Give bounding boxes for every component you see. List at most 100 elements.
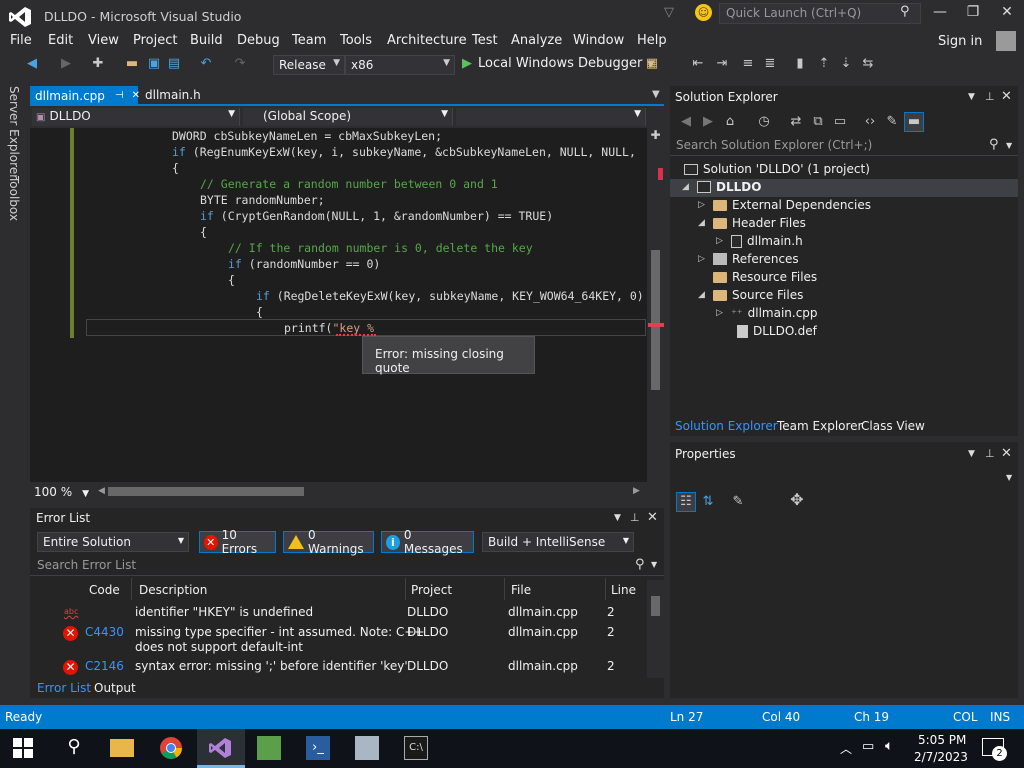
sign-in-link[interactable]: Sign in: [938, 34, 982, 49]
system-app-icon[interactable]: [355, 736, 379, 760]
chevron-down-icon[interactable]: ▼: [651, 560, 657, 569]
collapsed-triangle-icon[interactable]: ▷: [716, 308, 726, 318]
tree-node-header-files[interactable]: ◢ Header Files: [698, 216, 806, 230]
expand-triangle-icon[interactable]: ◢: [698, 218, 708, 228]
scrollbar-thumb[interactable]: [651, 596, 660, 616]
expand-triangle-icon[interactable]: ◢: [698, 290, 708, 300]
save-all-icon[interactable]: ▤: [166, 56, 182, 72]
code-line[interactable]: {: [228, 273, 235, 287]
pin-icon[interactable]: ⊥: [985, 447, 995, 460]
column-separator[interactable]: [131, 578, 132, 600]
code-line[interactable]: DWORD cbSubkeyNameLen = cbMaxSubkeyLen;: [172, 129, 442, 143]
horizontal-scrollbar-thumb[interactable]: [108, 487, 304, 496]
error-description[interactable]: missing type specifier - int assumed. No…: [135, 625, 425, 639]
column-header-line[interactable]: Line: [611, 583, 636, 597]
pin-icon[interactable]: ⊣: [115, 90, 124, 101]
server-explorer-tab[interactable]: Server Explorer: [7, 86, 21, 179]
notepad-plus-icon[interactable]: [257, 736, 281, 760]
menu-build[interactable]: Build: [190, 33, 223, 48]
error-description[interactable]: syntax error: missing ';' before identif…: [135, 659, 408, 673]
menu-architecture[interactable]: Architecture: [387, 33, 467, 48]
chevron-down-icon[interactable]: ▼: [1006, 141, 1012, 150]
windows-start-icon[interactable]: [13, 738, 33, 758]
tree-node-source-files[interactable]: ◢ Source Files: [698, 288, 803, 302]
column-header-file[interactable]: File: [511, 583, 531, 597]
menu-edit[interactable]: Edit: [48, 33, 73, 48]
feedback-smiley-icon[interactable]: ☺: [695, 4, 712, 21]
filter-icon[interactable]: ▽: [664, 5, 674, 20]
code-line[interactable]: if (RegDeleteKeyExW(key, subkeyName, KEY…: [256, 289, 644, 303]
alphabetical-sort-icon[interactable]: ⇅: [700, 494, 716, 510]
tree-node-solution[interactable]: Solution 'DLLDO' (1 project): [684, 162, 870, 176]
command-prompt-icon[interactable]: C:\: [404, 736, 428, 760]
error-description[interactable]: identifier "HKEY" is undefined: [135, 605, 313, 619]
view-code-icon[interactable]: ‹›: [862, 114, 878, 130]
zoom-select[interactable]: 100 % ▼: [34, 485, 89, 499]
scroll-left-icon[interactable]: ◀: [98, 486, 105, 496]
forward-icon[interactable]: ▶: [58, 56, 74, 72]
chevron-down-icon[interactable]: ▼: [652, 89, 660, 100]
tab-dllmain-h[interactable]: dllmain.h: [145, 88, 201, 102]
visual-studio-icon[interactable]: [208, 736, 232, 760]
close-icon[interactable]: ✕: [1001, 89, 1012, 104]
close-icon[interactable]: ✕: [647, 510, 658, 525]
configuration-select[interactable]: Release ▼: [273, 55, 345, 75]
solution-explorer-search-input[interactable]: Search Solution Explorer (Ctrl+;): [670, 136, 1018, 156]
undo-icon[interactable]: ↶: [198, 56, 214, 72]
uncomment-icon[interactable]: ≣: [762, 56, 778, 72]
error-code-link[interactable]: C4430: [85, 625, 124, 639]
minimize-button[interactable]: —: [925, 4, 955, 20]
save-icon[interactable]: ▣: [146, 56, 162, 72]
back-icon[interactable]: ◀: [678, 114, 694, 130]
clear-bookmarks-icon[interactable]: ⇆: [860, 56, 876, 72]
find-in-files-icon[interactable]: ▦: [644, 56, 660, 72]
quick-launch-input[interactable]: Quick Launch (Ctrl+Q): [719, 3, 921, 24]
tab-output[interactable]: Output: [94, 681, 136, 695]
split-window-icon[interactable]: ✚: [647, 128, 664, 144]
column-header-description[interactable]: Description: [139, 583, 207, 597]
prev-bookmark-icon[interactable]: ⇡: [816, 56, 832, 72]
tree-node-references[interactable]: ▷ References: [698, 252, 799, 266]
comment-icon[interactable]: ≡: [740, 56, 756, 72]
chevron-down-icon[interactable]: ▼: [1006, 473, 1012, 482]
indent-icon[interactable]: ⇥: [714, 56, 730, 72]
platform-select[interactable]: x86 ▼: [345, 55, 455, 75]
tree-node-dllmain-cpp[interactable]: ▷ ⁺⁺ dllmain.cpp: [716, 306, 818, 320]
search-icon[interactable]: ⚲: [900, 4, 910, 19]
code-line[interactable]: {: [200, 225, 207, 239]
home-icon[interactable]: ⌂: [722, 114, 738, 130]
code-comment[interactable]: // If the random number is 0, delete the…: [228, 241, 533, 255]
categorized-icon[interactable]: ☷: [676, 492, 696, 512]
close-icon[interactable]: ✕: [1001, 446, 1012, 461]
collapsed-triangle-icon[interactable]: ▷: [698, 200, 708, 210]
user-account-icon[interactable]: [996, 31, 1016, 51]
menu-test[interactable]: Test: [472, 33, 498, 48]
column-separator[interactable]: [605, 578, 606, 600]
chrome-icon[interactable]: [159, 736, 183, 760]
code-line[interactable]: BYTE randomNumber;: [200, 193, 325, 207]
tab-team-explorer[interactable]: Team Explorer: [777, 419, 863, 433]
clock-date[interactable]: 2/7/2023: [914, 750, 968, 764]
toggle-bookmark-icon[interactable]: ⇤: [690, 56, 706, 72]
menu-window[interactable]: Window: [573, 33, 624, 48]
project-scope-select[interactable]: ▣ DLLDO ▼: [32, 108, 240, 126]
code-line[interactable]: if (CryptGenRandom(NULL, 1, &randomNumbe…: [200, 209, 553, 223]
column-separator[interactable]: [405, 578, 406, 600]
tab-dllmain-cpp[interactable]: dllmain.cpp ⊣ ✕: [30, 86, 140, 105]
collapsed-triangle-icon[interactable]: ▷: [698, 254, 708, 264]
search-icon[interactable]: ⚲: [635, 557, 645, 572]
redo-icon[interactable]: ↷: [232, 56, 248, 72]
warnings-filter-button[interactable]: 0 Warnings: [283, 528, 374, 556]
scroll-right-icon[interactable]: ▶: [633, 486, 640, 496]
column-header-project[interactable]: Project: [411, 583, 452, 597]
toolbox-tab[interactable]: Toolbox: [7, 176, 21, 221]
volume-icon[interactable]: 🔈︎: [885, 738, 893, 754]
show-all-files-icon[interactable]: ▭: [832, 114, 848, 130]
menu-analyze[interactable]: Analyze: [511, 33, 562, 48]
error-list-scrollbar[interactable]: [647, 580, 664, 678]
tab-solution-explorer[interactable]: Solution Explorer: [675, 419, 778, 433]
sync-icon[interactable]: ⇄: [788, 114, 804, 130]
open-folder-icon[interactable]: ▬: [124, 56, 140, 72]
code-line[interactable]: {: [256, 305, 263, 319]
error-scope-select[interactable]: Entire Solution ▼: [37, 532, 189, 552]
